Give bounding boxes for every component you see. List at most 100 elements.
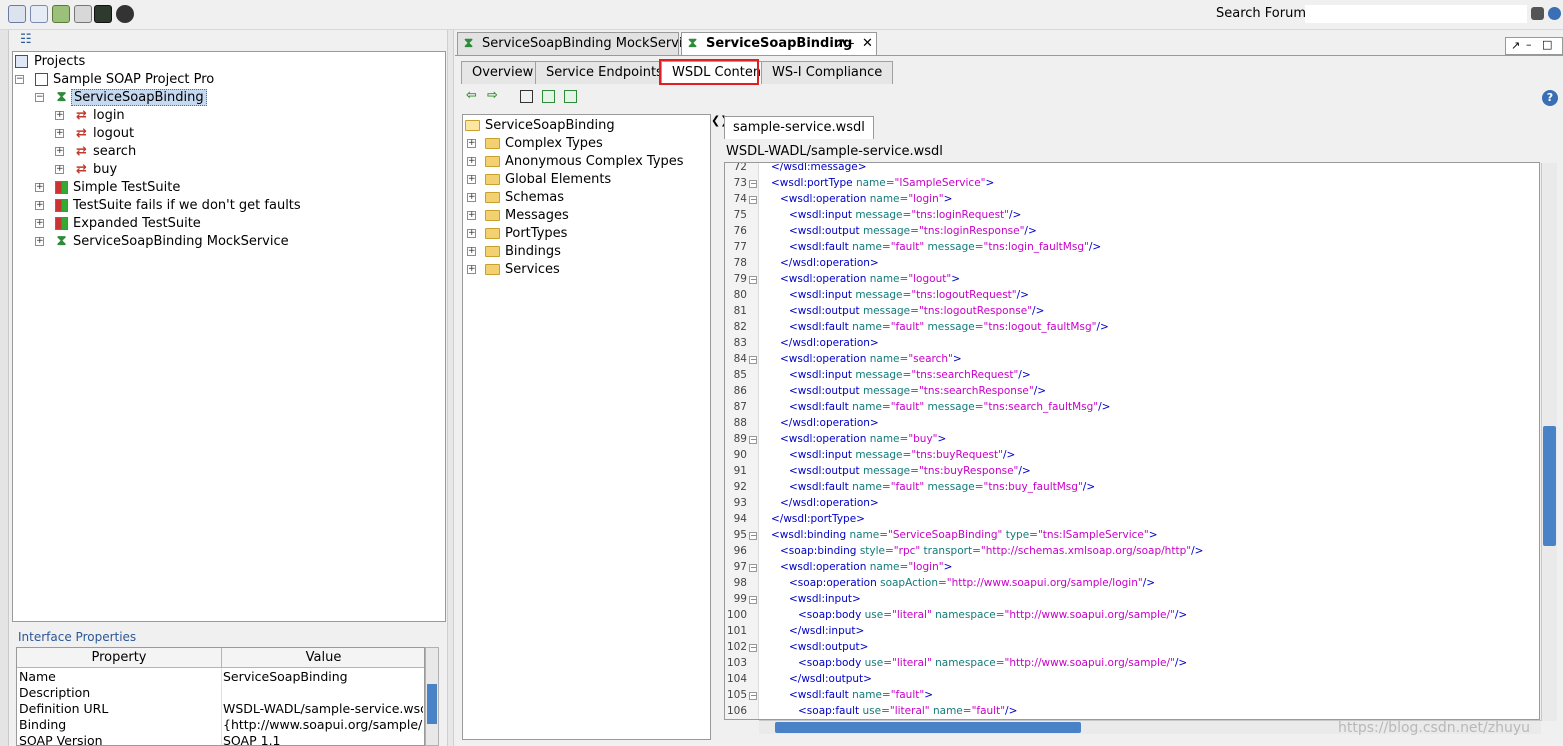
preferences-icon[interactable] — [52, 5, 70, 23]
property-value[interactable]: WSDL-WADL/sample-service.wsdl — [223, 701, 423, 717]
projects-root[interactable]: Projects — [15, 53, 85, 71]
expand-toggle[interactable]: + — [55, 111, 64, 120]
fold-toggle[interactable]: − — [749, 276, 757, 284]
property-value[interactable]: SOAP 1.1 — [223, 733, 423, 745]
update-definition-icon[interactable] — [564, 90, 577, 103]
line-number: 99 — [733, 593, 747, 605]
file-tab[interactable]: sample-service.wsdl — [724, 116, 874, 139]
code-line: <wsdl:input> — [789, 593, 861, 605]
code-line: <soap:body use="literal" namespace="http… — [798, 609, 1188, 621]
subtab-ws-i-compliance[interactable]: WS-I Compliance — [761, 61, 894, 84]
mockservice-node[interactable]: + ⧗ ServiceSoapBinding MockService — [35, 233, 289, 251]
wsdl-folder[interactable]: + Global Elements — [467, 171, 611, 189]
forum-help-icon[interactable] — [1548, 7, 1561, 20]
tools-icon[interactable] — [74, 5, 92, 23]
expand-toggle[interactable]: + — [55, 147, 64, 156]
horizontal-scroll-thumb[interactable] — [775, 722, 1081, 733]
float-icon[interactable]: ↗ — [1511, 39, 1520, 52]
line-number: 96 — [733, 545, 747, 557]
wsdl-root[interactable]: ServiceSoapBinding — [465, 117, 615, 135]
operation-buy[interactable]: + ⇄ buy — [55, 161, 117, 179]
new-project-icon[interactable] — [8, 5, 26, 23]
split-arrows-icon[interactable]: ❮❯ — [711, 114, 729, 138]
editor-vertical-scrollbar[interactable] — [1541, 163, 1557, 721]
tab-servicesoapbinding[interactable]: ⧗ ServiceSoapBinding ↗ – ✕ — [681, 32, 877, 55]
wsdl-folder[interactable]: + Bindings — [467, 243, 561, 261]
expand-toggle[interactable]: + — [467, 211, 476, 220]
property-column-header[interactable]: Property — [17, 648, 222, 668]
expand-toggle[interactable]: + — [467, 193, 476, 202]
expand-toggle[interactable]: + — [35, 183, 44, 192]
expand-toggle[interactable]: + — [467, 247, 476, 256]
help-icon[interactable] — [116, 5, 134, 23]
line-number: 93 — [733, 497, 747, 509]
search-forum-input[interactable] — [1305, 5, 1527, 23]
collapse-all-icon[interactable]: ☷ — [20, 32, 32, 47]
line-number: 77 — [733, 241, 747, 253]
expand-toggle[interactable]: + — [467, 229, 476, 238]
collapse-toggle[interactable]: − — [35, 93, 44, 102]
code-viewer[interactable]: 72 73−74−75 76 77 78 79−80 81 82 83 84−85 86 87 88 89… — [724, 162, 1540, 720]
fit-icon[interactable] — [520, 90, 533, 103]
expand-toggle[interactable]: + — [35, 201, 44, 210]
fold-toggle[interactable]: − — [749, 436, 757, 444]
expand-toggle[interactable]: + — [467, 157, 476, 166]
help-question-icon[interactable]: ? — [1542, 90, 1558, 106]
import-icon[interactable] — [30, 5, 48, 23]
expand-toggle[interactable]: + — [55, 165, 64, 174]
properties-scrollbar[interactable] — [425, 647, 439, 746]
operation-logout[interactable]: + ⇄ logout — [55, 125, 134, 143]
testsuite-node[interactable]: + TestSuite fails if we don't get faults — [35, 197, 301, 215]
export-icon[interactable] — [542, 90, 555, 103]
properties-scroll-thumb[interactable] — [427, 684, 437, 724]
value-column-header[interactable]: Value — [222, 648, 424, 668]
undock-icon[interactable]: ↗ — [835, 33, 846, 55]
code-line: <wsdl:output message="tns:buyResponse"/> — [789, 465, 1031, 477]
fold-toggle[interactable]: − — [749, 596, 757, 604]
wsdl-folder[interactable]: + PortTypes — [467, 225, 567, 243]
expand-toggle[interactable]: + — [467, 139, 476, 148]
operation-search[interactable]: + ⇄ search — [55, 143, 136, 161]
property-value[interactable]: ServiceSoapBinding — [223, 669, 423, 685]
monitor-icon[interactable] — [94, 5, 112, 23]
wsdl-folder[interactable]: + Messages — [467, 207, 569, 225]
wsdl-folder[interactable]: + Anonymous Complex Types — [467, 153, 684, 171]
property-value[interactable]: {http://www.soapui.org/sample/}... — [223, 717, 423, 733]
fold-toggle[interactable]: − — [749, 532, 757, 540]
forward-arrow-icon[interactable]: ⇨ — [487, 88, 498, 103]
minimize-icon[interactable]: – — [1526, 38, 1532, 51]
expand-toggle[interactable]: + — [467, 265, 476, 274]
subtab-service-endpoints[interactable]: Service Endpoints — [535, 61, 674, 84]
fold-toggle[interactable]: − — [749, 196, 757, 204]
operation-login[interactable]: + ⇄ login — [55, 107, 125, 125]
expand-toggle[interactable]: + — [35, 237, 44, 246]
minimize-icon[interactable]: – — [848, 33, 855, 55]
fold-toggle[interactable]: − — [749, 180, 757, 188]
wsdl-folder[interactable]: + Services — [467, 261, 560, 279]
wsdl-folder[interactable]: + Complex Types — [467, 135, 603, 153]
vertical-scroll-thumb[interactable] — [1543, 426, 1556, 546]
fold-toggle[interactable]: − — [749, 644, 757, 652]
expand-toggle[interactable]: + — [467, 175, 476, 184]
property-value[interactable] — [223, 685, 423, 701]
wsdl-folder[interactable]: + Schemas — [467, 189, 564, 207]
maximize-icon[interactable]: □ — [1542, 38, 1552, 51]
fold-toggle[interactable]: − — [749, 356, 757, 364]
testsuite-node[interactable]: + Expanded TestSuite — [35, 215, 201, 233]
operation-label: login — [93, 108, 125, 123]
search-go-icon[interactable] — [1531, 7, 1544, 20]
expand-toggle[interactable]: + — [35, 219, 44, 228]
expand-toggle[interactable]: + — [55, 129, 64, 138]
panel-splitter[interactable] — [447, 30, 454, 746]
fold-toggle[interactable]: − — [749, 692, 757, 700]
testsuite-node[interactable]: + Simple TestSuite — [35, 179, 180, 197]
project-node[interactable]: − Sample SOAP Project Pro — [15, 71, 214, 89]
line-number: 82 — [733, 321, 747, 333]
interface-node[interactable]: − ⧗ ServiceSoapBinding — [35, 89, 207, 107]
close-icon[interactable]: ✕ — [862, 33, 873, 55]
back-arrow-icon[interactable]: ⇦ — [466, 88, 477, 103]
fold-toggle[interactable]: − — [749, 564, 757, 572]
collapse-toggle[interactable]: − — [15, 75, 24, 84]
tab-mockservice[interactable]: ⧗ ServiceSoapBinding MockService — [457, 32, 698, 55]
subtab-overview[interactable]: Overview — [461, 61, 545, 84]
